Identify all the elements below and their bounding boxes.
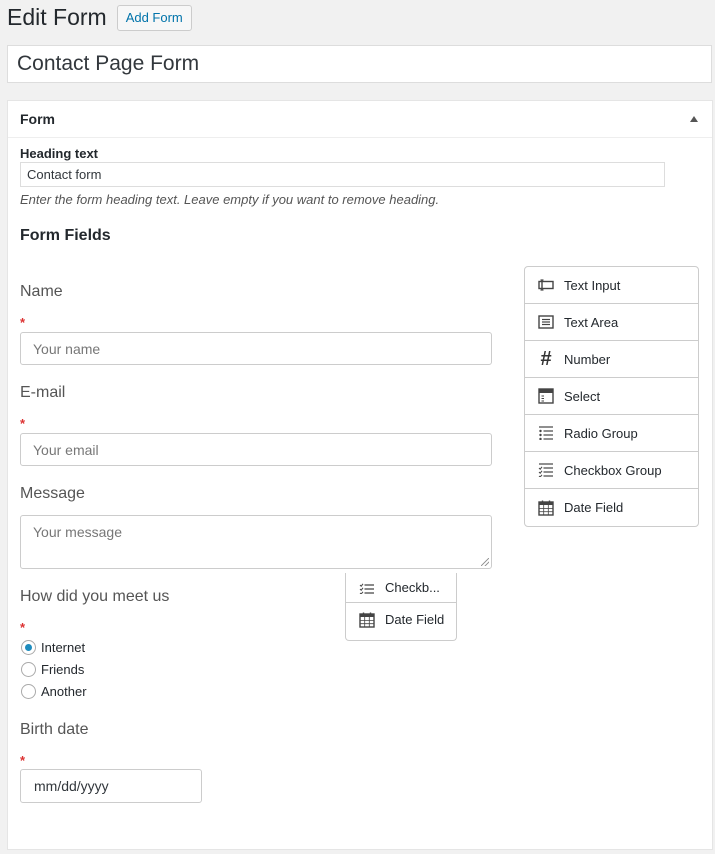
meet-required-mark: * xyxy=(20,620,26,635)
text-area-icon xyxy=(537,313,555,331)
form-panel-title: Form xyxy=(20,111,55,127)
name-input[interactable]: Your name xyxy=(20,332,492,365)
palette-item-label: Checkbox Group xyxy=(564,462,662,478)
calendar-icon xyxy=(537,499,555,517)
palette-item-label: Number xyxy=(564,351,611,367)
message-field-label: Message xyxy=(20,485,85,502)
birth-date-label: Birth date xyxy=(20,721,89,738)
form-panel-header[interactable]: Form xyxy=(8,101,712,138)
palette-item-label: Text Area xyxy=(564,314,619,330)
field-palette: Text Input Text Area # Number Select Rad… xyxy=(524,266,699,527)
palette-item-select[interactable]: Select xyxy=(525,378,698,415)
palette-item-text-input[interactable]: Text Input xyxy=(525,267,698,304)
name-required-mark: * xyxy=(20,315,26,330)
palette-item-checkbox-group[interactable]: Checkbox Group xyxy=(525,452,698,489)
radio-button[interactable] xyxy=(21,662,36,677)
heading-text-input[interactable]: Contact form xyxy=(20,162,665,187)
message-textarea[interactable]: Your message xyxy=(20,515,492,569)
radio-label: Internet xyxy=(41,640,86,655)
add-form-button[interactable]: Add Form xyxy=(116,5,192,31)
palette-item-label: Date Field xyxy=(564,500,624,515)
palette-item-text-area[interactable]: Text Area xyxy=(525,304,698,341)
form-panel: Form Heading text Contact form Enter the… xyxy=(7,100,713,850)
drag-item-label: Checkb... xyxy=(385,580,440,595)
checkbox-list-icon xyxy=(358,579,376,597)
palette-item-radio-group[interactable]: Radio Group xyxy=(525,415,698,452)
message-placeholder: Your message xyxy=(33,524,122,540)
resize-handle-icon[interactable] xyxy=(481,558,489,566)
select-icon xyxy=(537,387,555,405)
drag-item-checkbox[interactable]: Checkb... xyxy=(346,573,456,603)
palette-item-number[interactable]: # Number xyxy=(525,341,698,378)
radio-option-friends[interactable]: Friends xyxy=(21,662,84,677)
checkbox-list-icon xyxy=(537,461,555,479)
drag-preview-list[interactable]: Checkb... Date Field xyxy=(345,573,457,641)
name-field-label: Name xyxy=(20,283,63,300)
email-required-mark: * xyxy=(20,416,26,431)
calendar-icon xyxy=(358,611,376,629)
text-input-icon xyxy=(537,276,555,294)
palette-item-label: Select xyxy=(564,388,601,404)
collapse-arrow-icon[interactable] xyxy=(690,116,698,122)
meet-field-label: How did you meet us xyxy=(20,588,170,605)
form-fields-title: Form Fields xyxy=(20,227,111,244)
radio-option-another[interactable]: Another xyxy=(21,684,87,699)
page-header: Edit Form Add Form xyxy=(7,4,192,31)
radio-button-checked[interactable] xyxy=(21,640,36,655)
hash-icon: # xyxy=(540,347,552,370)
palette-item-label: Radio Group xyxy=(564,425,638,441)
radio-option-internet[interactable]: Internet xyxy=(21,640,85,655)
email-field-label: E-mail xyxy=(20,384,66,401)
email-input[interactable]: Your email xyxy=(20,433,492,466)
palette-item-date-field[interactable]: Date Field xyxy=(525,489,698,526)
page-title: Edit Form xyxy=(7,4,107,30)
heading-hint: Enter the form heading text. Leave empty… xyxy=(20,192,440,207)
birth-date-input[interactable]: mm/dd/yyyy xyxy=(20,769,202,803)
palette-item-label: Text Input xyxy=(564,277,621,293)
radio-label: Friends xyxy=(41,662,85,677)
radio-button[interactable] xyxy=(21,684,36,699)
heading-text-label: Heading text xyxy=(20,146,99,161)
drag-item-label: Date Field xyxy=(385,612,445,627)
radio-list-icon xyxy=(537,424,555,442)
radio-label: Another xyxy=(41,684,87,699)
drag-item-date-field[interactable]: Date Field xyxy=(346,603,456,636)
birth-required-mark: * xyxy=(20,753,26,768)
form-title-input[interactable]: Contact Page Form xyxy=(7,45,712,83)
